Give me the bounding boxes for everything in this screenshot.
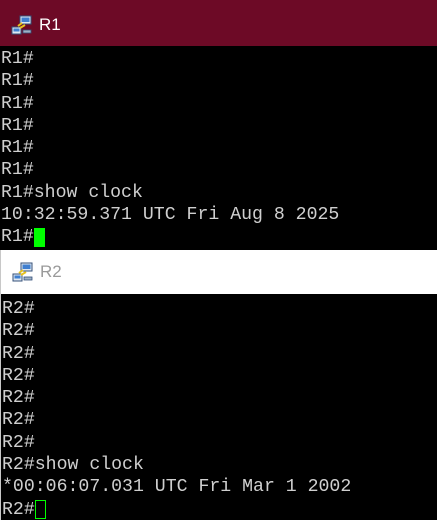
terminal-line: R2# bbox=[2, 365, 35, 386]
terminal-line: R1# bbox=[1, 115, 34, 136]
command-prompt: R1# bbox=[1, 227, 34, 248]
terminal-window-r2[interactable]: R2 R2# R2# R2# R2# R2# R2# R2# R2#show clock *00… bbox=[0, 250, 437, 520]
terminal-line: R1# bbox=[1, 160, 34, 181]
terminal-window-r1[interactable]: R1 R1# R1# R1# R1# R1# R1# R1#show clock 10:32:… bbox=[0, 0, 437, 250]
window-title: R1 bbox=[39, 15, 61, 34]
terminal-line: 10:32:59.371 UTC Fri Aug 8 2025 bbox=[1, 205, 340, 226]
terminal-line: R1#show clock bbox=[1, 182, 143, 203]
terminal-line: R1# bbox=[1, 49, 34, 69]
terminal-line: R2# bbox=[2, 321, 35, 342]
window-title: R2 bbox=[40, 262, 62, 281]
terminal-line: R1# bbox=[1, 93, 34, 114]
terminal-output-r2[interactable]: R2# R2# R2# R2# R2# R2# R2# R2#show clock *00:06… bbox=[0, 294, 437, 520]
terminal-prompt-line[interactable]: R1# bbox=[1, 226, 437, 248]
terminal-line: R2# bbox=[2, 343, 35, 364]
window-titlebar-r1[interactable]: R1 bbox=[0, 0, 437, 46]
terminal-line: R1# bbox=[1, 138, 34, 159]
terminal-line: R2# bbox=[2, 410, 35, 431]
window-titlebar-r2[interactable]: R2 bbox=[0, 250, 437, 294]
command-prompt: R2# bbox=[2, 499, 35, 520]
terminal-line: R2# bbox=[2, 432, 35, 453]
text-cursor bbox=[33, 228, 45, 248]
terminal-line: *00:06:07.031 UTC Fri Mar 1 2002 bbox=[2, 477, 352, 498]
terminal-output-r1[interactable]: R1# R1# R1# R1# R1# R1# R1#show clock 10:32:59.… bbox=[0, 46, 437, 250]
terminal-line: R2#show clock bbox=[2, 455, 144, 476]
terminal-line: R2# bbox=[2, 299, 35, 319]
terminal-line: R2# bbox=[2, 388, 35, 409]
terminal-line: R1# bbox=[1, 71, 34, 92]
text-cursor bbox=[34, 500, 46, 520]
network-devices-icon bbox=[11, 15, 32, 35]
terminal-prompt-line[interactable]: R2# bbox=[2, 499, 437, 520]
network-devices-icon bbox=[12, 262, 33, 282]
